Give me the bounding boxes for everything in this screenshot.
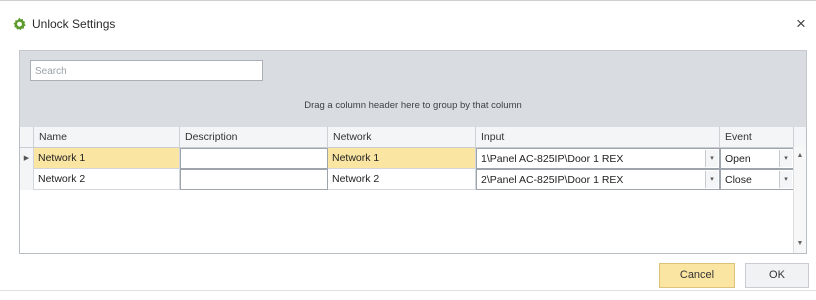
chevron-down-icon[interactable]: ▾: [779, 150, 792, 167]
chevron-down-icon[interactable]: ▾: [705, 150, 718, 167]
grid-header: Name Description Network Input Event: [20, 127, 806, 148]
chevron-down-icon[interactable]: ▾: [779, 171, 792, 188]
header-indicator-cell: [20, 127, 34, 147]
cell-event-dropdown[interactable]: Open ▾: [720, 148, 794, 169]
column-header-network[interactable]: Network: [328, 127, 476, 147]
event-value: Close: [725, 174, 752, 186]
event-value: Open: [725, 153, 751, 165]
cell-name[interactable]: Network 1: [34, 148, 180, 169]
unlock-settings-grid: Name Description Network Input Event ▶ N…: [19, 127, 807, 254]
table-row[interactable]: ▶ Network 1 Network 1 1\Panel AC-825IP\D…: [20, 148, 794, 169]
input-value: 1\Panel AC-825IP\Door 1 REX: [481, 153, 624, 165]
dialog-title: Unlock Settings: [32, 17, 116, 31]
ok-button[interactable]: OK: [745, 263, 809, 288]
unlock-settings-dialog: Unlock Settings × Drag a column header h…: [0, 0, 816, 300]
row-indicator-icon: ▶: [20, 148, 34, 169]
cell-network[interactable]: Network 1: [328, 148, 476, 169]
cell-input-dropdown[interactable]: 1\Panel AC-825IP\Door 1 REX ▾: [476, 148, 720, 169]
chevron-down-icon[interactable]: ▾: [705, 171, 718, 188]
cell-event-dropdown[interactable]: Close ▾: [720, 169, 794, 190]
cell-description[interactable]: [180, 148, 328, 169]
column-header-input[interactable]: Input: [476, 127, 720, 147]
vertical-scrollbar[interactable]: ▲ ▼: [793, 147, 806, 253]
gear-icon: [12, 17, 27, 32]
search-input[interactable]: [31, 63, 255, 80]
close-icon: ×: [796, 14, 806, 33]
cancel-button[interactable]: Cancel: [659, 263, 735, 288]
scroll-up-icon[interactable]: ▲: [794, 150, 806, 162]
row-indicator-icon: [20, 169, 34, 190]
bottom-divider: [0, 290, 816, 291]
input-value: 2\Panel AC-825IP\Door 1 REX: [481, 174, 624, 186]
column-header-event[interactable]: Event: [720, 127, 794, 147]
search-box[interactable]: [30, 60, 263, 81]
column-header-name[interactable]: Name: [34, 127, 180, 147]
column-header-description[interactable]: Description: [180, 127, 328, 147]
cell-input-dropdown[interactable]: 2\Panel AC-825IP\Door 1 REX ▾: [476, 169, 720, 190]
cell-network[interactable]: Network 2: [328, 169, 476, 190]
scroll-down-icon[interactable]: ▼: [794, 238, 806, 250]
cell-description[interactable]: [180, 169, 328, 190]
cell-name[interactable]: Network 2: [34, 169, 180, 190]
title-bar: Unlock Settings ×: [0, 8, 816, 42]
group-by-hint[interactable]: Drag a column header here to group by th…: [20, 100, 806, 111]
group-panel: Drag a column header here to group by th…: [19, 50, 807, 129]
table-row[interactable]: Network 2 Network 2 2\Panel AC-825IP\Doo…: [20, 169, 794, 190]
close-button[interactable]: ×: [790, 13, 812, 35]
